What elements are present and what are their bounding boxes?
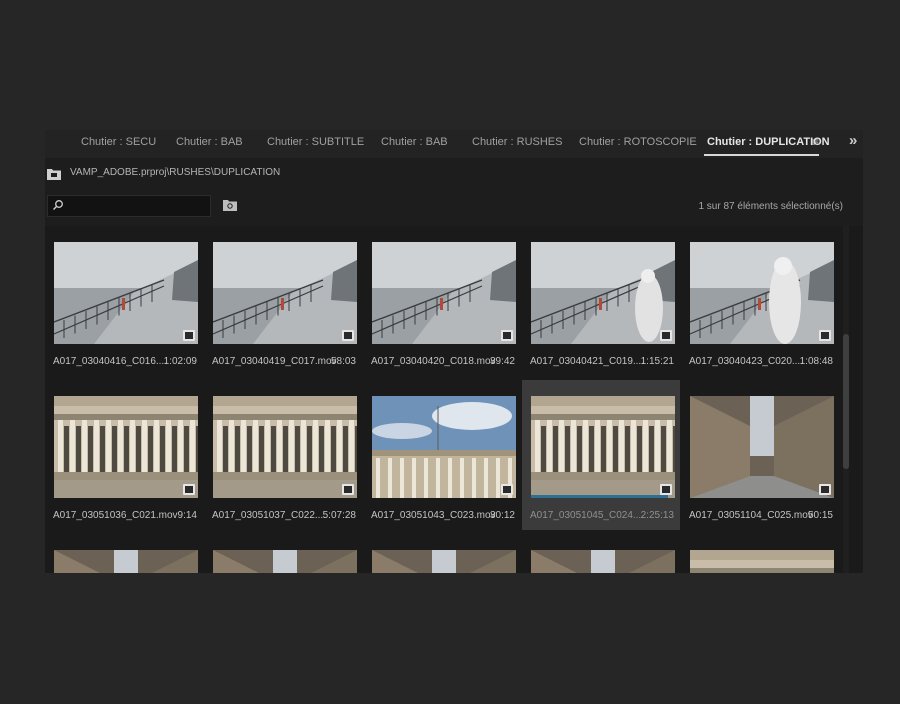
clip-duration: 30:12 bbox=[489, 510, 515, 521]
clip-name: A017_03051036_C021.mov bbox=[53, 510, 178, 521]
clip-item[interactable]: A017_03040420_C018.mov 39:42 bbox=[363, 226, 521, 376]
search-icon bbox=[53, 200, 63, 210]
search-box[interactable] bbox=[47, 195, 211, 217]
clip-grid: A017_03040416_C016.... 1:02:09 A017_030404… bbox=[45, 226, 863, 573]
video-clip-icon bbox=[819, 330, 831, 341]
clip-name: A017_03051104_C025.mov bbox=[689, 510, 813, 521]
new-bin-from-search-icon[interactable] bbox=[223, 198, 237, 211]
video-clip-icon bbox=[183, 330, 195, 341]
video-clip-icon bbox=[660, 484, 672, 495]
clip-item[interactable]: A017_03051045_C024.... 2:25:13 bbox=[522, 380, 680, 530]
bin-folder-icon[interactable] bbox=[47, 168, 61, 180]
clip-duration: 1:08:48 bbox=[799, 356, 833, 367]
tab-subtitle[interactable]: Chutier : SUBTITLE bbox=[267, 136, 364, 148]
clip-thumbnail[interactable] bbox=[213, 396, 357, 498]
video-clip-icon bbox=[501, 484, 513, 495]
clip-item-partial[interactable] bbox=[681, 534, 839, 573]
clip-duration: 1:15:21 bbox=[640, 356, 674, 367]
clip-item[interactable]: A017_03051043_C023.mov 30:12 bbox=[363, 380, 521, 530]
clip-thumbnail[interactable] bbox=[54, 396, 198, 498]
clip-thumbnail[interactable] bbox=[372, 242, 516, 344]
tab-secu[interactable]: Chutier : SECU bbox=[81, 136, 156, 148]
clip-name: A017_03051043_C023.mov bbox=[371, 510, 496, 521]
tab-bab-2[interactable]: Chutier : BAB bbox=[381, 136, 448, 148]
clip-thumbnail[interactable] bbox=[54, 550, 198, 573]
clip-name: A017_03040421_C019.... bbox=[530, 356, 644, 367]
clip-thumbnail[interactable] bbox=[690, 396, 834, 498]
clip-thumbnail[interactable] bbox=[690, 242, 834, 344]
clip-name: A017_03040419_C017.mov bbox=[212, 356, 337, 367]
clip-thumbnail[interactable] bbox=[690, 550, 834, 573]
clip-name: A017_03051037_C022.... bbox=[212, 510, 326, 521]
clip-thumbnail[interactable] bbox=[531, 242, 675, 344]
breadcrumb: VAMP_ADOBE.prproj\RUSHES\DUPLICATION bbox=[45, 164, 863, 184]
tab-bab[interactable]: Chutier : BAB bbox=[176, 136, 243, 148]
clip-item[interactable]: A017_03051036_C021.mov 9:14 bbox=[45, 380, 203, 530]
clip-duration: 1:02:09 bbox=[163, 356, 197, 367]
video-clip-icon bbox=[501, 330, 513, 341]
tab-rushes[interactable]: Chutier : RUSHES bbox=[472, 136, 562, 148]
clip-duration: 9:14 bbox=[177, 510, 197, 521]
clip-duration: 58:03 bbox=[330, 356, 356, 367]
clip-thumbnail[interactable] bbox=[213, 242, 357, 344]
hamburger-menu-icon[interactable]: ≡ bbox=[812, 135, 819, 149]
selection-count: 1 sur 87 éléments sélectionné(s) bbox=[698, 201, 843, 212]
video-clip-icon bbox=[183, 484, 195, 495]
playhead-progress-bar bbox=[531, 495, 668, 498]
tab-rotoscopie[interactable]: Chutier : ROTOSCOPIE bbox=[579, 136, 697, 148]
clip-duration: 2:25:13 bbox=[640, 510, 674, 521]
clip-thumbnail[interactable] bbox=[372, 550, 516, 573]
tab-bar: Chutier : SECU Chutier : BAB Chutier : S… bbox=[45, 130, 863, 158]
clip-thumbnail[interactable] bbox=[213, 550, 357, 573]
clip-duration: 50:15 bbox=[807, 510, 833, 521]
clip-item[interactable]: A017_03040421_C019.... 1:15:21 bbox=[522, 226, 680, 376]
video-clip-icon bbox=[819, 484, 831, 495]
vertical-scrollbar[interactable] bbox=[843, 226, 849, 573]
clip-thumbnail[interactable] bbox=[372, 396, 516, 498]
clip-thumbnail[interactable] bbox=[531, 550, 675, 573]
video-clip-icon bbox=[342, 330, 354, 341]
double-chevron-right-icon[interactable]: » bbox=[849, 132, 857, 149]
clip-name: A017_03051045_C024.... bbox=[530, 510, 644, 521]
clip-name: A017_03040420_C018.mov bbox=[371, 356, 496, 367]
clip-item[interactable]: A017_03051104_C025.mov 50:15 bbox=[681, 380, 839, 530]
clip-name: A017_03040416_C016.... bbox=[53, 356, 167, 367]
clip-item[interactable]: A017_03040416_C016.... 1:02:09 bbox=[45, 226, 203, 376]
video-clip-icon bbox=[660, 330, 672, 341]
clip-name: A017_03040423_C020.... bbox=[689, 356, 803, 367]
clip-thumbnail[interactable] bbox=[531, 396, 675, 498]
clip-duration: 5:07:28 bbox=[322, 510, 356, 521]
clip-item-partial[interactable] bbox=[204, 534, 362, 573]
project-panel: Chutier : SECU Chutier : BAB Chutier : S… bbox=[45, 130, 863, 573]
clip-item-partial[interactable] bbox=[45, 534, 203, 573]
clip-thumbnail[interactable] bbox=[54, 242, 198, 344]
search-input[interactable] bbox=[66, 198, 206, 213]
clip-item[interactable]: A017_03040423_C020.... 1:08:48 bbox=[681, 226, 839, 376]
video-clip-icon bbox=[342, 484, 354, 495]
clip-item-partial[interactable] bbox=[363, 534, 521, 573]
active-tab-indicator bbox=[704, 154, 819, 156]
clip-item-partial[interactable] bbox=[522, 534, 680, 573]
clip-item[interactable]: A017_03040419_C017.mov 58:03 bbox=[204, 226, 362, 376]
clip-item[interactable]: A017_03051037_C022.... 5:07:28 bbox=[204, 380, 362, 530]
clip-duration: 39:42 bbox=[489, 356, 515, 367]
bin-path: VAMP_ADOBE.prproj\RUSHES\DUPLICATION bbox=[70, 167, 281, 178]
scrollbar-thumb[interactable] bbox=[843, 334, 849, 469]
